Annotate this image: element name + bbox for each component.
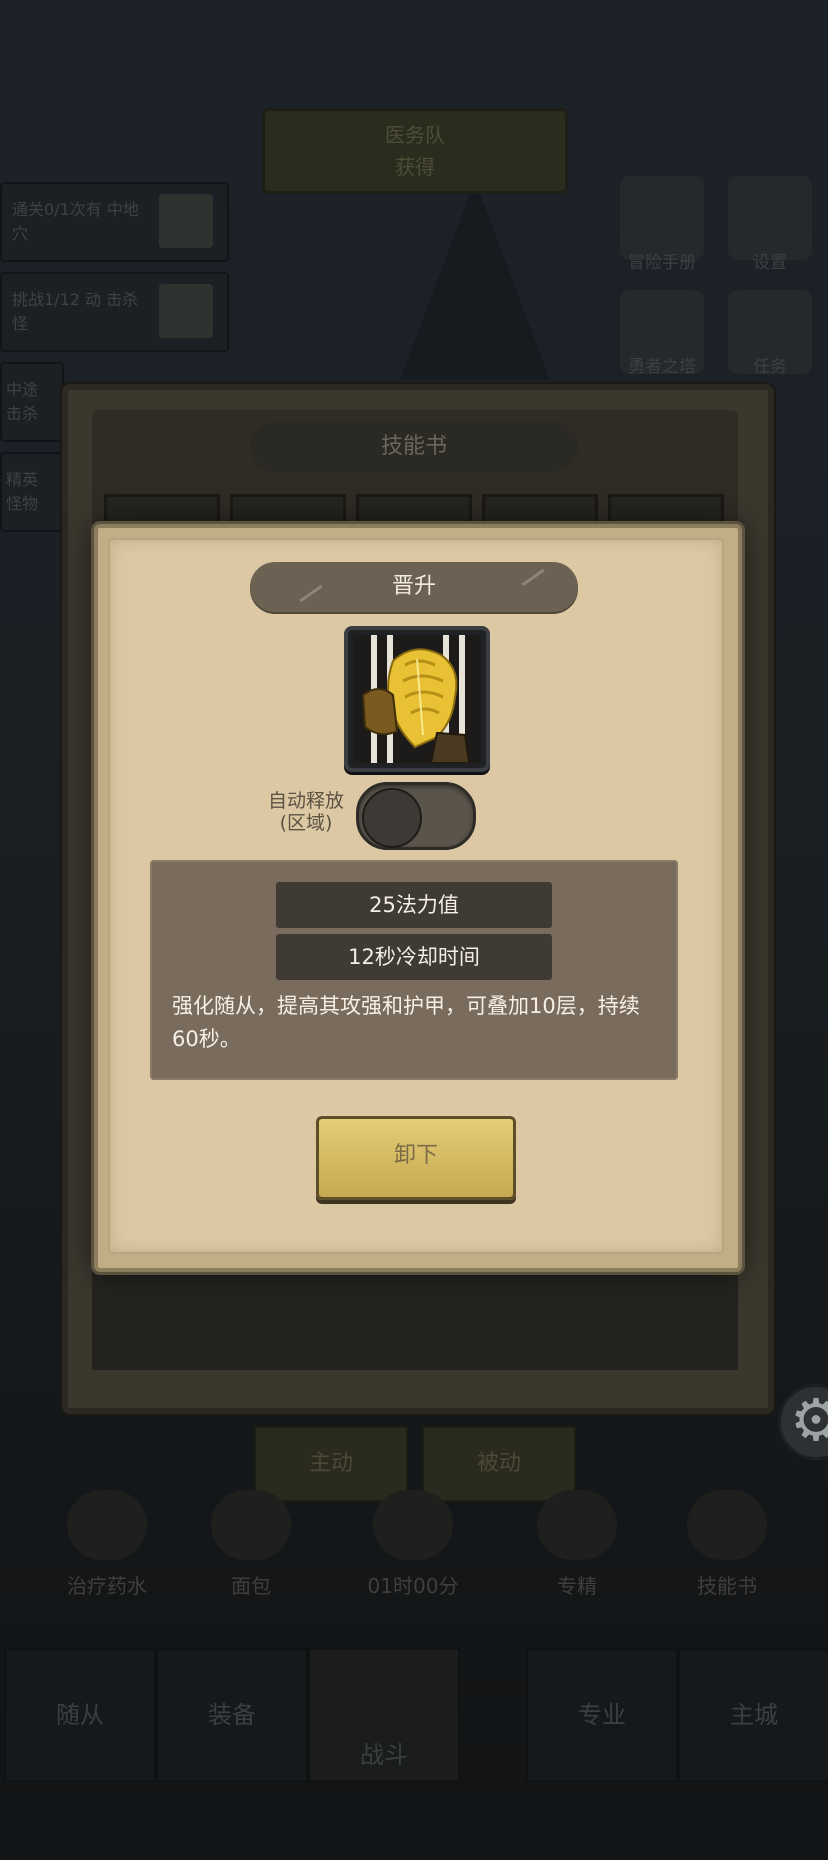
toggle-knob [362, 788, 422, 848]
cooldown-badge: 12秒冷却时间 [276, 934, 552, 980]
quest-text: 挑战1/12 动 击杀怪 [12, 290, 139, 333]
nav-label: 战斗 [360, 1741, 408, 1769]
quest-icon [159, 284, 213, 338]
item-timer: 01时00分 [358, 1490, 468, 1599]
side-icon-label: 勇者之塔 [628, 357, 696, 377]
nav-followers: 随从 [4, 1648, 156, 1782]
cooldown-text: 12秒冷却时间 [348, 945, 480, 969]
nav-battle: 战斗 [308, 1648, 460, 1782]
banner-line1: 医务队 [385, 123, 445, 147]
nav-equipment: 装备 [156, 1648, 308, 1782]
quest-text: 通关0/1次有 中地穴 [12, 200, 139, 243]
nav-label: 装备 [208, 1701, 256, 1729]
quest-item: 精英 怪物 [0, 452, 64, 532]
skill-description: 强化随从，提高其攻强和护甲，可叠加10层，持续60秒。 [172, 994, 640, 1051]
unequip-label: 卸下 [393, 1143, 438, 1168]
top-banner: 医务队 获得 [262, 108, 568, 194]
quest-item: 通关0/1次有 中地穴 [0, 182, 229, 262]
mastery-icon [537, 1490, 617, 1560]
quest-text: 精英 怪物 [6, 470, 39, 513]
skill-title-pill: 晋升 [250, 562, 578, 612]
mana-cost-text: 25法力值 [369, 893, 459, 917]
skillbook-title-pill: 技能书 [250, 422, 578, 472]
quest-item: 中途 击杀 [0, 362, 64, 442]
skillbook-title: 技能书 [380, 434, 447, 459]
side-icon-label: 设置 [753, 253, 787, 273]
chest-icon [373, 1490, 453, 1560]
unequip-button[interactable]: 卸下 [316, 1116, 516, 1200]
item-label: 01时00分 [367, 1574, 459, 1598]
nav-label: 主城 [730, 1701, 778, 1729]
potion-icon [67, 1490, 147, 1560]
quest-text: 中途 击杀 [6, 380, 39, 423]
item-bread: 面包 [196, 1490, 306, 1599]
nav-label: 随从 [56, 1701, 104, 1729]
item-label: 技能书 [697, 1574, 757, 1598]
auto-cast-label-line2: (区域) [279, 812, 333, 834]
auto-cast-label: 自动释放 (区域) [256, 790, 356, 834]
item-skillbook: 技能书 [672, 1490, 782, 1599]
nav-city: 主城 [678, 1648, 828, 1782]
skillbook-panel-footer [92, 1262, 738, 1370]
quest-item: 挑战1/12 动 击杀怪 [0, 272, 229, 352]
item-label: 面包 [231, 1574, 271, 1598]
side-icon-label: 冒险手册 [628, 253, 696, 273]
nav-label: 专业 [578, 1701, 626, 1729]
nav-profession: 专业 [526, 1648, 678, 1782]
bread-icon [211, 1490, 291, 1560]
mana-cost-badge: 25法力值 [276, 882, 552, 928]
auto-cast-toggle[interactable] [356, 782, 476, 850]
skillbook-icon [687, 1490, 767, 1560]
item-label: 治疗药水 [67, 1574, 147, 1598]
side-icon-label: 任务 [753, 357, 787, 377]
skill-title: 晋升 [391, 574, 436, 599]
item-label: 专精 [557, 1574, 597, 1598]
item-mastery: 专精 [522, 1490, 632, 1599]
item-potion: 治疗药水 [52, 1490, 162, 1599]
fist-icon [344, 626, 490, 772]
banner-line2: 获得 [395, 155, 435, 179]
quest-icon [159, 194, 213, 248]
auto-cast-label-line1: 自动释放 [267, 790, 344, 812]
